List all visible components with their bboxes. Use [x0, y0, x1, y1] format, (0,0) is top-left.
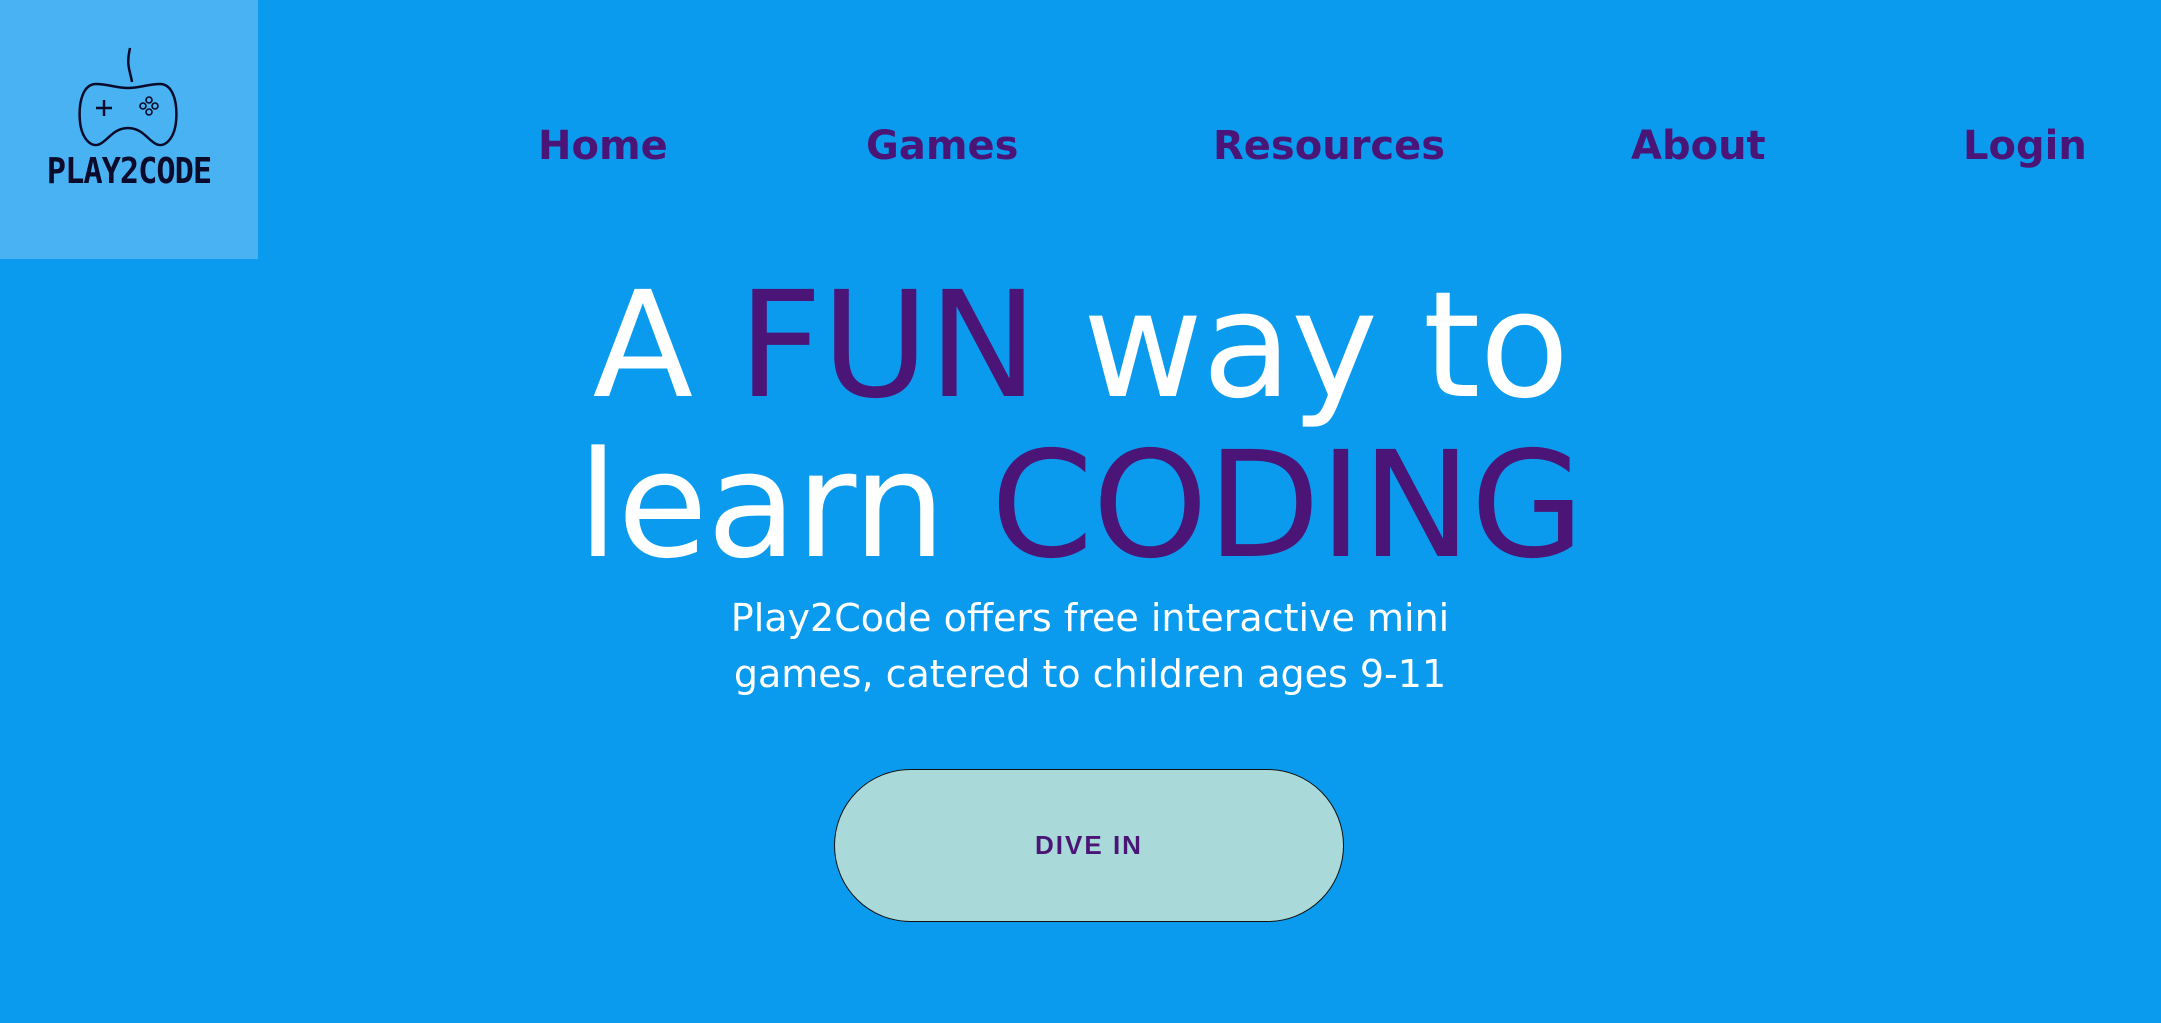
nav-games[interactable]: Games	[866, 123, 1018, 169]
hero-title-line-1: A FUN way to	[0, 260, 2161, 431]
hero-subtitle-line-1: Play2Code offers free interactive mini	[730, 596, 1450, 640]
hero-subtitle-line-2: games, catered to children ages 9-11	[733, 652, 1447, 696]
hero-title-text: A	[592, 260, 738, 431]
dive-in-button[interactable]: DIVE IN	[834, 769, 1344, 922]
gamepad-icon	[78, 47, 178, 147]
hero-title-text: learn	[577, 420, 991, 591]
hero-title-line-2: learn CODING	[0, 420, 2161, 591]
nav-resources[interactable]: Resources	[1213, 123, 1445, 169]
hero-title-accent-coding: CODING	[990, 420, 1585, 591]
nav-home[interactable]: Home	[538, 123, 668, 169]
nav-login[interactable]: Login	[1963, 123, 2087, 169]
hero-title-accent-fun: FUN	[737, 260, 1038, 431]
hero-title-text: way to	[1037, 260, 1570, 431]
logo[interactable]: PLAY2CODE	[0, 0, 258, 259]
nav-about[interactable]: About	[1631, 123, 1766, 169]
logo-text: PLAY2CODE	[46, 150, 212, 192]
